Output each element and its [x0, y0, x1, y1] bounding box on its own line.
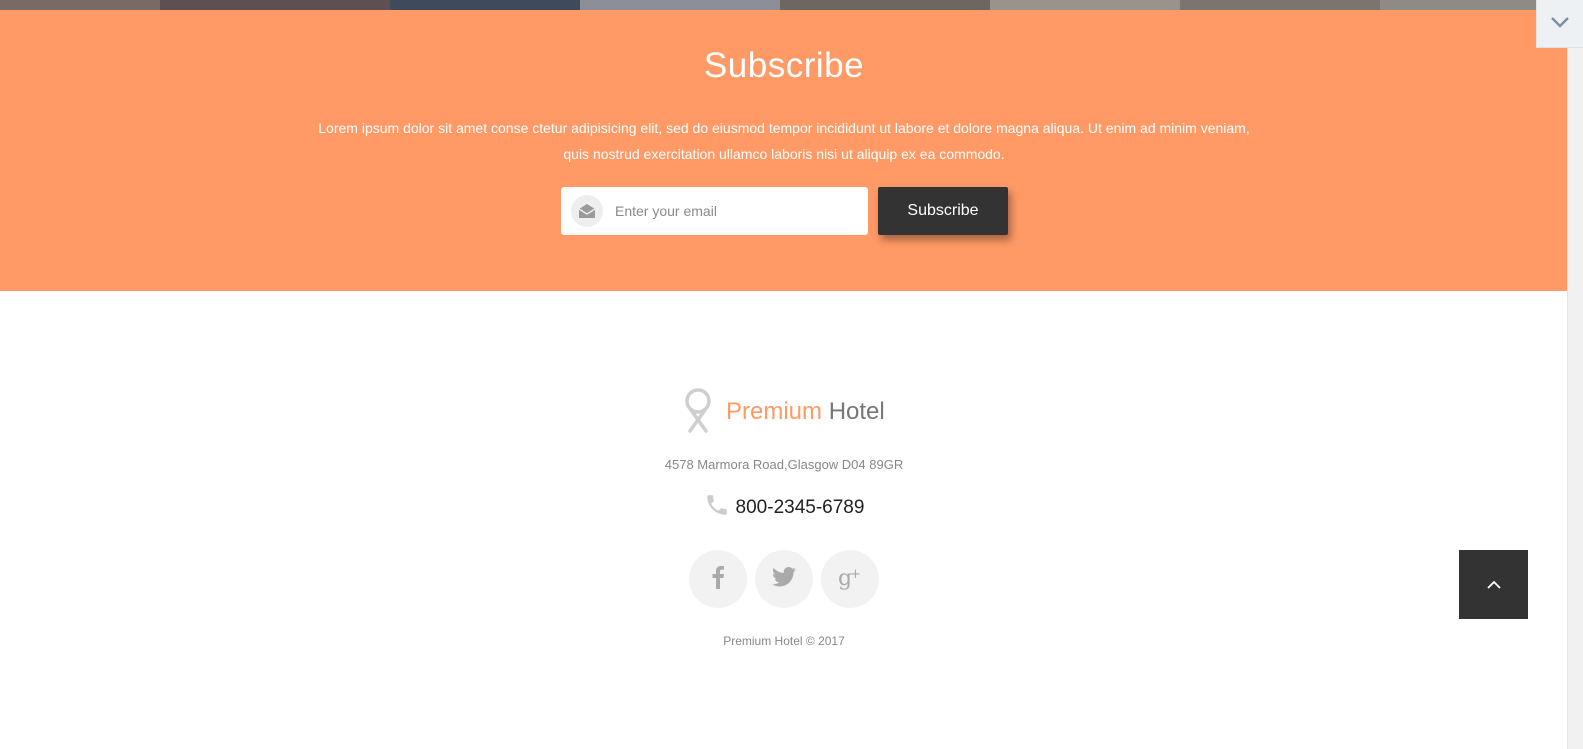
- email-field[interactable]: [561, 187, 868, 235]
- footer-logo[interactable]: Premium Hotel: [682, 387, 885, 438]
- scroll-down-button[interactable]: [1536, 0, 1583, 48]
- page: Subscribe Lorem ipsum dolor sit amet con…: [0, 0, 1583, 749]
- scrollbar[interactable]: [1567, 0, 1583, 749]
- envelope-open-icon: [571, 195, 603, 227]
- ribbon-pin-icon: [682, 387, 714, 438]
- back-to-top-button[interactable]: [1459, 550, 1528, 619]
- subscribe-section: Subscribe Lorem ipsum dolor sit amet con…: [0, 10, 1568, 291]
- footer-address: 4578 Marmora Road,Glasgow D04 89GR: [664, 457, 904, 472]
- subscribe-description-line2: quis nostrud exercitation ullamco labori…: [563, 146, 1005, 162]
- social-links: g +: [689, 550, 887, 608]
- chevron-down-icon: [1551, 15, 1569, 33]
- chevron-up-icon: [1486, 576, 1501, 594]
- phone-icon: [704, 492, 730, 523]
- twitter-button[interactable]: [755, 550, 813, 608]
- photo-strip: [0, 0, 1568, 10]
- facebook-icon: [711, 565, 725, 594]
- phone-number: 800-2345-6789: [735, 496, 865, 518]
- brand-name: Premium Hotel: [726, 398, 885, 426]
- twitter-icon: [772, 566, 796, 592]
- subscribe-description-line1: Lorem ipsum dolor sit amet conse ctetur …: [318, 120, 1250, 136]
- google-plus-button[interactable]: g +: [821, 550, 879, 608]
- copyright: Premium Hotel © 2017: [723, 634, 845, 648]
- subscribe-button[interactable]: Subscribe: [878, 187, 1008, 235]
- brand-name-accent: Premium: [726, 398, 823, 425]
- subscribe-title: Subscribe: [703, 46, 865, 85]
- brand-name-rest: Hotel: [828, 398, 885, 425]
- subscribe-description: Lorem ipsum dolor sit amet conse ctetur …: [314, 115, 1254, 167]
- facebook-button[interactable]: [689, 550, 747, 608]
- email-input[interactable]: [613, 187, 860, 235]
- google-plus-icon: g +: [837, 564, 863, 595]
- svg-text:+: +: [850, 567, 861, 582]
- footer-phone[interactable]: 800-2345-6789: [0, 492, 1568, 523]
